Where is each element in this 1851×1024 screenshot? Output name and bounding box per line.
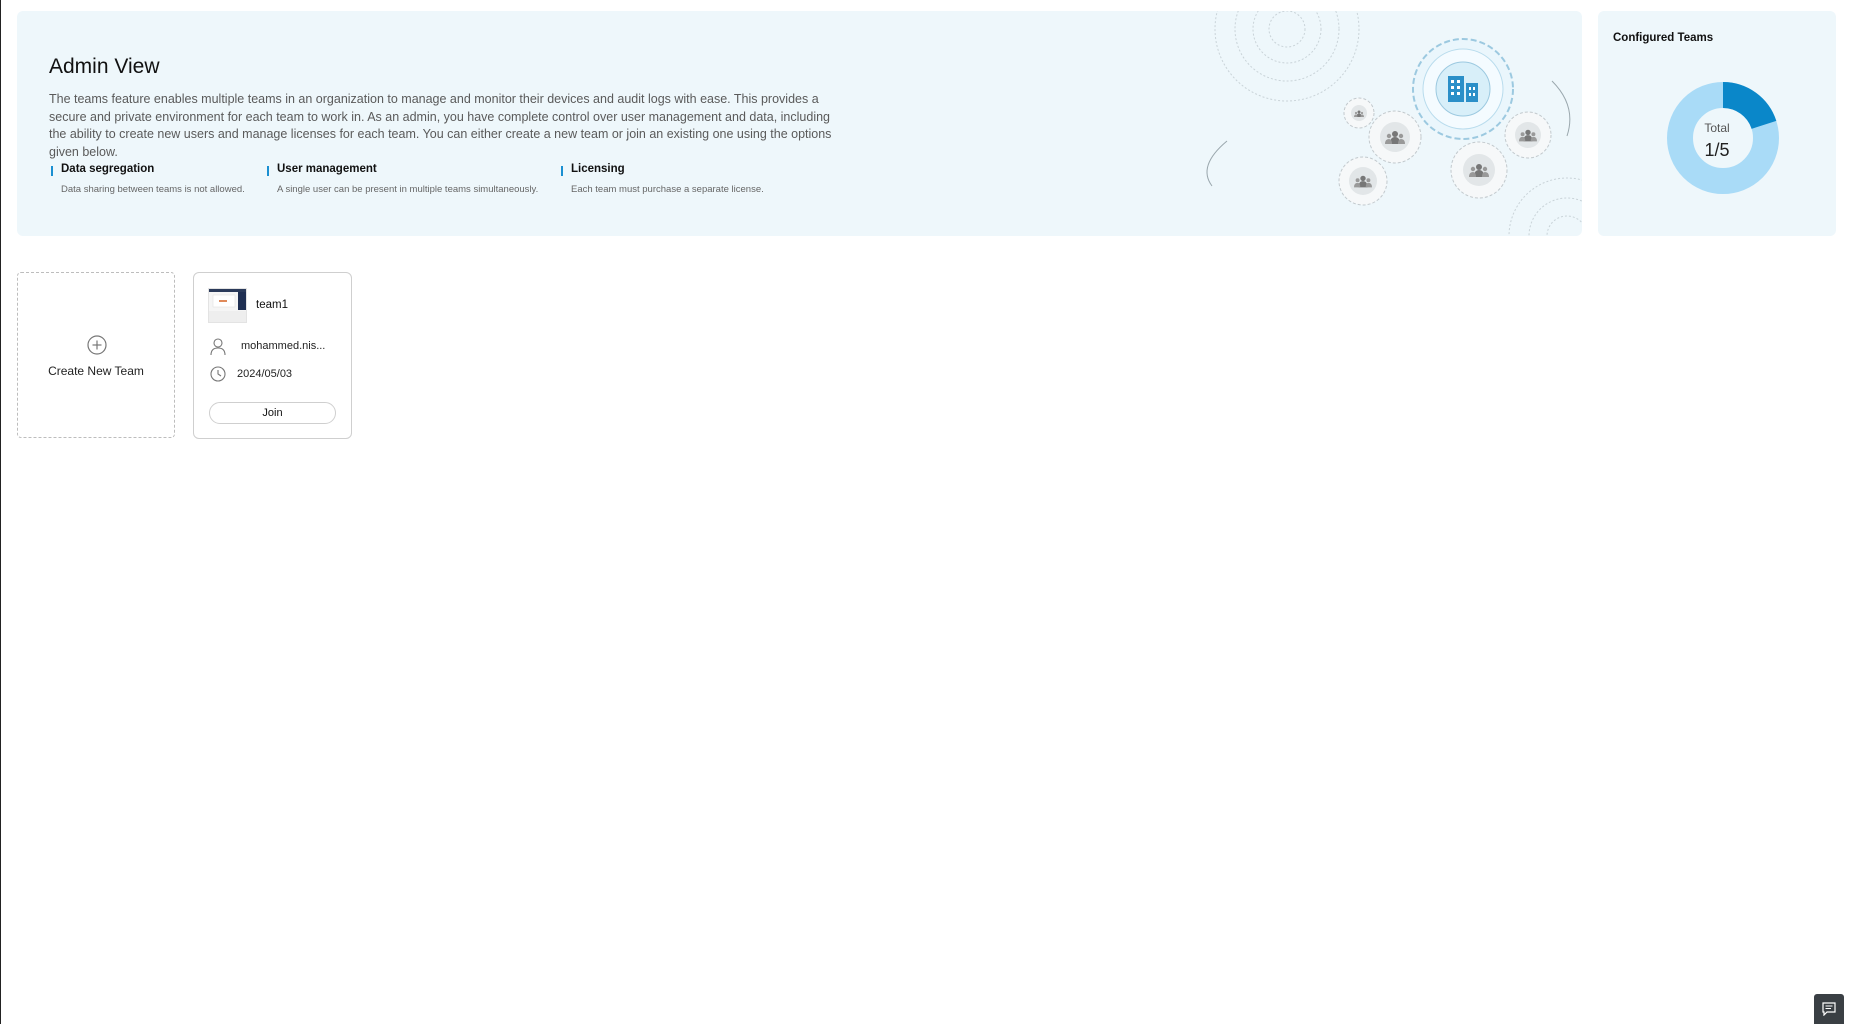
donut-total-label: Total xyxy=(1704,121,1730,135)
page-title: Admin View xyxy=(49,55,160,78)
feature-description: Each team must purchase a separate licen… xyxy=(571,184,764,195)
teams-donut-chart xyxy=(1667,82,1779,194)
teams-illustration xyxy=(1206,11,1582,236)
team-owner: mohammed.nis... xyxy=(241,340,326,352)
configured-teams-title: Configured Teams xyxy=(1613,32,1714,44)
clock-icon xyxy=(210,366,226,382)
feature-description: Data sharing between teams is not allowe… xyxy=(61,184,245,195)
chat-icon xyxy=(1822,1002,1836,1016)
team-name: team1 xyxy=(256,299,288,311)
feature-title: User management xyxy=(277,163,377,175)
feature-title: Licensing xyxy=(571,163,625,175)
join-team-button[interactable]: Join xyxy=(209,402,336,424)
donut-total-value: 1/5 xyxy=(1704,140,1730,160)
create-new-team-label: Create New Team xyxy=(48,364,144,378)
create-new-team-card[interactable]: Create New Team xyxy=(17,272,175,438)
user-icon xyxy=(210,338,226,356)
configured-teams-panel: Configured Teams Total 1/5 xyxy=(1598,11,1836,236)
team-screenshot-thumbnail xyxy=(209,289,246,322)
feature-accent-bar xyxy=(51,166,53,176)
feature-description: A single user can be present in multiple… xyxy=(277,184,539,195)
team-created-date: 2024/05/03 xyxy=(237,368,293,380)
team-thumbnail xyxy=(208,288,247,323)
feature-accent-bar xyxy=(267,166,269,176)
hero-description: The teams feature enables multiple teams… xyxy=(49,92,832,159)
chat-button[interactable] xyxy=(1814,994,1844,1024)
feature-title: Data segregation xyxy=(61,163,155,175)
plus-circle-icon xyxy=(87,335,107,355)
team-card: team1 mohammed.nis... 2024/05/03 Join xyxy=(193,272,352,439)
feature-accent-bar xyxy=(561,166,563,176)
hero-banner: Admin View The teams feature enables mul… xyxy=(17,11,1582,236)
